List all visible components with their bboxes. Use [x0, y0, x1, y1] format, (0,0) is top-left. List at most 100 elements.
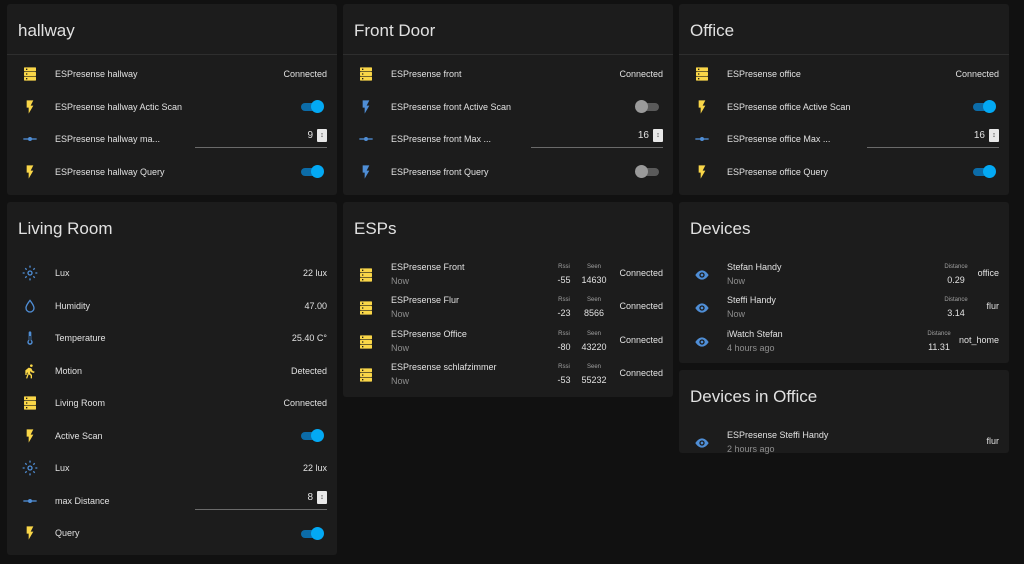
esp-row[interactable]: ESPresense Front Now Rssi -55 Seen 14630 Conne… [343, 258, 673, 291]
entity-list: ESPresense front Connected ESPresense fro… [343, 55, 673, 188]
toggle-knob [635, 165, 648, 179]
ray-vertex-icon [694, 131, 710, 147]
device-name: Steffi Handy [727, 295, 776, 306]
toggle-knob [983, 100, 996, 114]
thermometer-icon [22, 330, 38, 346]
entity-row: ESPresense office Connected [679, 58, 1009, 91]
toggle-knob [311, 100, 324, 114]
entity-name: ESPresense office Active Scan [727, 101, 851, 112]
last-changed: Now [391, 342, 410, 353]
toggle-switch[interactable] [299, 526, 324, 540]
toggle-switch[interactable] [971, 100, 996, 114]
toggle-switch[interactable] [299, 165, 324, 179]
flash-icon [358, 164, 374, 180]
distance-header: Distance [927, 330, 951, 337]
entity-state: Connected [955, 69, 999, 80]
device-row[interactable]: ESPresense Steffi Handy 2 hours ago flur [679, 426, 1009, 459]
entity-row: max Distance 8 ↕ [7, 485, 337, 518]
entity-name: ESPresense hallway [55, 69, 138, 80]
spinner-icon[interactable]: ↕ [317, 490, 327, 504]
seen-header: Seen [586, 330, 601, 337]
entity-state: 22 lux [302, 268, 327, 279]
esp-row[interactable]: ESPresense Office Now Rssi -80 Seen 43220 Conn… [343, 325, 673, 358]
entity-row: ESPresense front Max ... 16 ↕ [343, 123, 673, 156]
eye-icon [694, 300, 710, 316]
last-changed: Now [391, 276, 410, 286]
flash-icon [22, 428, 38, 444]
device-location: flur [986, 301, 999, 312]
rssi-header: Rssi [558, 363, 570, 370]
brightness-icon [22, 460, 38, 476]
device-row[interactable]: Steffi Handy Now Distance 3.14 flur [679, 291, 1009, 324]
toggle-switch[interactable] [635, 165, 660, 179]
entity-row: Lux 22 lux [7, 452, 337, 485]
number-input[interactable]: 16 ↕ [867, 128, 999, 148]
entity-row: Temperature 25.40 C° [7, 322, 337, 355]
entity-name: Living Room [55, 398, 106, 409]
number-value: 9 [307, 130, 313, 141]
entity-name: ESPresense hallway ma... [55, 134, 161, 145]
entity-state: 25.40 C° [291, 333, 327, 344]
rssi-value: -80 [557, 341, 571, 352]
esp-state: Connected [619, 367, 663, 378]
toggle-knob [311, 165, 324, 179]
card-title: Office [690, 21, 735, 40]
toggle-switch[interactable] [299, 429, 324, 443]
entity-list: Lux 22 lux Humidity 47.00 Temperature 25.40… [7, 253, 337, 550]
entity-name: ESPresense hallway Query [55, 166, 165, 177]
entity-name: ESPresense front Query [391, 166, 489, 177]
entity-name: Humidity [55, 300, 91, 311]
card-devices: Devices Stefan Handy Now Distance 0.29 offic… [679, 202, 1009, 363]
spinner-icon[interactable]: ↕ [317, 129, 327, 142]
toggle-switch[interactable] [971, 165, 996, 179]
esp-row[interactable]: ESPresense Flur Now Rssi -23 Seen 8566 Connect… [343, 291, 673, 324]
server-icon [22, 395, 38, 411]
number-input[interactable]: 9 ↕ [195, 128, 327, 148]
server-icon [358, 267, 374, 283]
entity-row: Humidity 47.00 [7, 290, 337, 323]
card-title: Front Door [354, 21, 436, 40]
distance-value: 0.29 [947, 275, 965, 285]
spinner-icon[interactable]: ↕ [989, 129, 999, 142]
motion-sensor-icon [22, 363, 38, 379]
ray-vertex-icon [22, 131, 38, 147]
entity-name: Motion [55, 365, 83, 376]
device-name: ESPresense Steffi Handy [727, 430, 829, 440]
seen-value: 14630 [581, 275, 607, 285]
toggle-switch[interactable] [299, 100, 324, 114]
entity-state: 47.00 [304, 300, 327, 311]
distance-header: Distance [944, 264, 968, 270]
card-title: Devices [690, 219, 751, 238]
flash-icon [694, 164, 710, 180]
esp-state: Connected [619, 334, 663, 345]
water-percent-icon [22, 298, 38, 314]
entity-name: ESPresense front [391, 69, 462, 80]
spinner-icon[interactable]: ↕ [653, 129, 663, 142]
toggle-switch[interactable] [635, 100, 660, 114]
esp-state: Connected [619, 268, 663, 278]
number-value: 8 [307, 491, 313, 503]
esp-state: Connected [619, 301, 663, 312]
toggle-knob [311, 429, 324, 443]
rssi-value: -53 [557, 374, 571, 385]
entity-row: ESPresense front Query [343, 156, 673, 189]
server-icon [358, 66, 374, 82]
device-location: office [977, 268, 999, 278]
entity-row: Active Scan [7, 420, 337, 453]
eye-icon [694, 334, 710, 350]
entity-row: ESPresense office Query [679, 156, 1009, 189]
esp-row[interactable]: ESPresense schlafzimmer Now Rssi -53 Seen 552… [343, 358, 673, 391]
entity-name: ESPresense front Max ... [391, 134, 492, 145]
server-icon [22, 66, 38, 82]
device-row[interactable]: iWatch Stefan 4 hours ago Distance 11.31 not… [679, 325, 1009, 358]
number-input[interactable]: 8 ↕ [195, 490, 327, 510]
flash-icon [22, 99, 38, 115]
seen-value: 55232 [581, 374, 607, 385]
eye-icon [694, 267, 710, 283]
rssi-header: Rssi [558, 297, 570, 304]
device-row[interactable]: Stefan Handy Now Distance 0.29 office [679, 258, 1009, 291]
number-input[interactable]: 16 ↕ [531, 128, 663, 148]
last-changed: Now [727, 309, 746, 320]
entity-row: Query [7, 517, 337, 550]
server-icon [358, 334, 374, 350]
